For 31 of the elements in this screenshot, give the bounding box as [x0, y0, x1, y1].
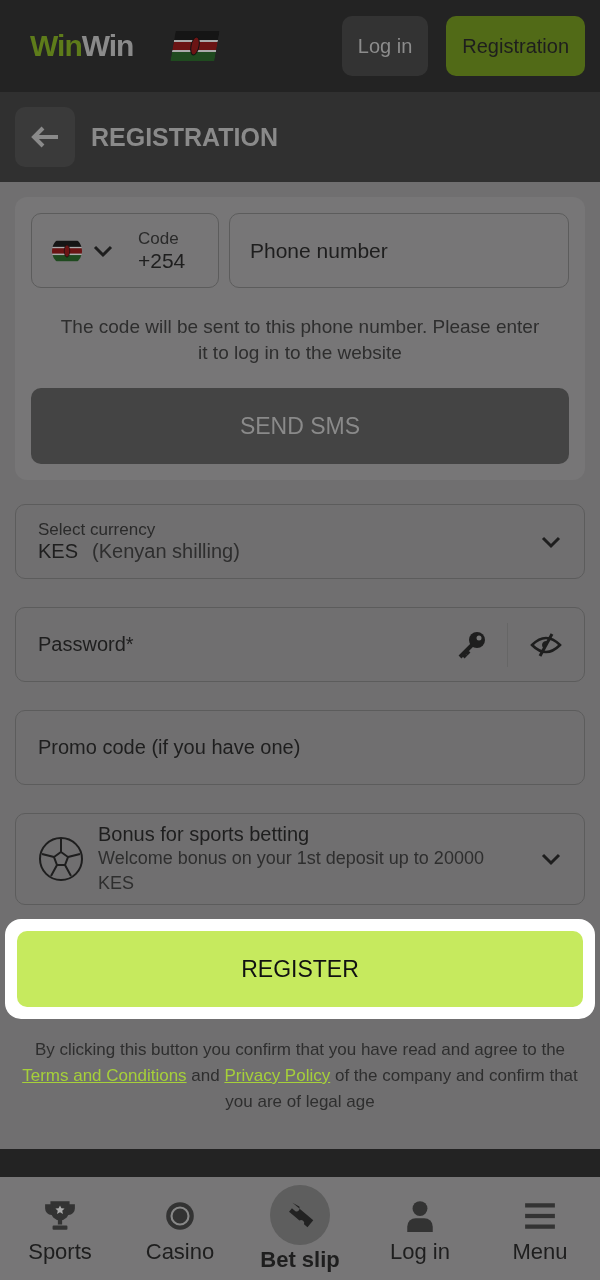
page-title: REGISTRATION: [91, 122, 279, 152]
logo[interactable]: WinWin: [30, 29, 134, 63]
hidden-eye-icon[interactable]: [530, 631, 562, 658]
currency-select[interactable]: Select currency KES (Kenyan shilling): [15, 504, 585, 579]
bonus-select[interactable]: Bonus for sports betting Welcome bonus on your 1st deposit up to 20000 KES: [15, 813, 585, 905]
chip-icon: [163, 1199, 197, 1233]
consent-text: By clicking this button you confirm that you have read and agree to the Terms and Conditions and Privacy Policy of the company and confirm that you are of legal age: [21, 1039, 579, 1113]
sms-hint: The code will be sent to this phone number. Please enter it to log in to the website: [59, 315, 541, 365]
trophy-icon: [43, 1199, 77, 1233]
country-code-selector[interactable]: Code +254: [31, 213, 219, 288]
registration-button[interactable]: Registration: [446, 16, 585, 76]
key-icon: [457, 629, 487, 660]
register-button[interactable]: REGISTER: [17, 931, 583, 1007]
back-arrow-icon: [30, 125, 60, 149]
nav-tab[interactable]: Log in: [365, 1177, 475, 1265]
phone-number-field[interactable]: Phone number: [229, 213, 569, 288]
terms-link[interactable]: Terms and Conditions: [22, 1066, 187, 1085]
login-button[interactable]: Log in: [341, 16, 429, 76]
chevron-down-icon: [540, 534, 562, 549]
chevron-down-icon: [540, 852, 562, 866]
promo-code-field[interactable]: Promo code (if you have one): [16, 711, 584, 784]
soccer-ball-icon: [38, 836, 84, 882]
chevron-down-icon: [92, 243, 114, 258]
nav-tab[interactable]: Menu: [485, 1177, 595, 1265]
flag-icon: [170, 31, 221, 61]
terms-link[interactable]: Privacy Policy: [224, 1066, 331, 1085]
nav-tab[interactable]: Sports: [5, 1177, 115, 1265]
nav-tab[interactable]: Casino: [125, 1177, 235, 1265]
back-button[interactable]: [15, 107, 75, 167]
nav-tab[interactable]: Bet slip: [245, 1177, 355, 1273]
password-field[interactable]: Password*: [15, 607, 585, 682]
